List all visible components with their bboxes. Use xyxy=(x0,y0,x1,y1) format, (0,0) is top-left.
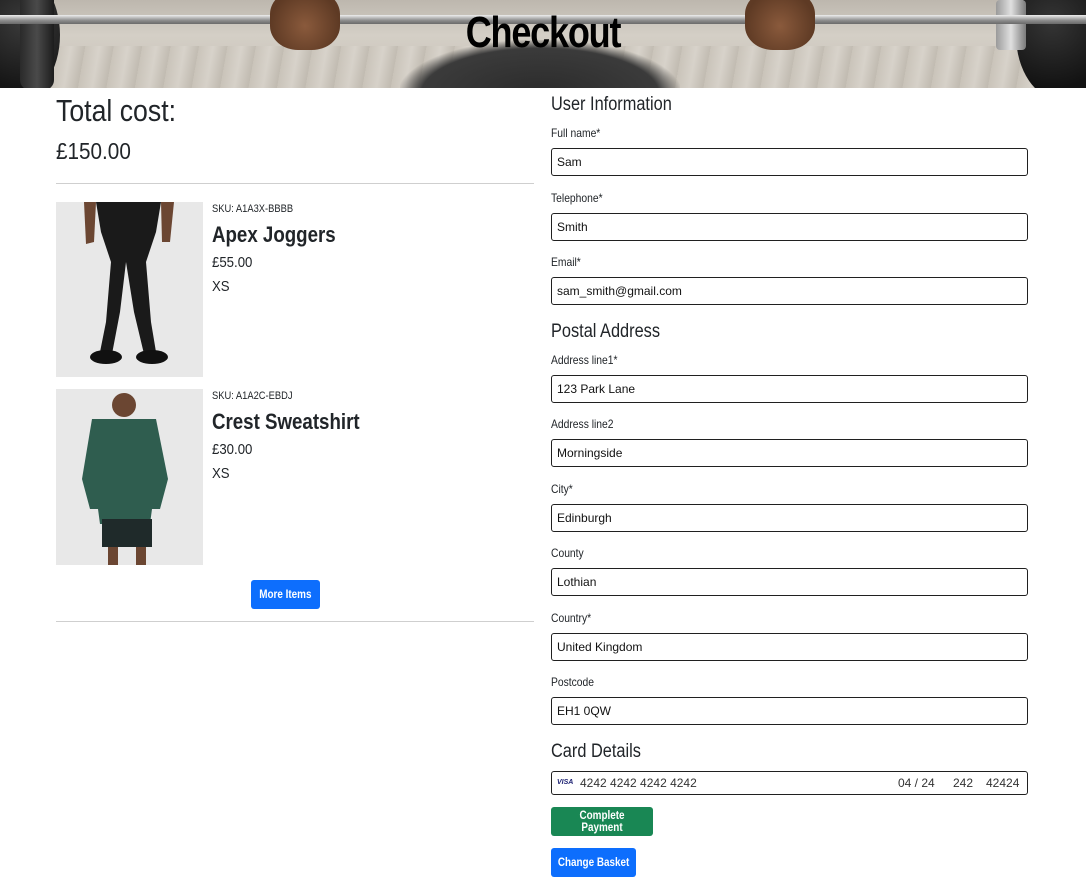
divider xyxy=(56,621,534,622)
divider xyxy=(56,183,534,184)
city-input[interactable] xyxy=(551,504,1028,532)
card-element[interactable]: VISA 4242 4242 4242 4242 04 / 24 242 424… xyxy=(551,771,1028,795)
item-price: £55.00 xyxy=(212,254,253,271)
city-label: City* xyxy=(551,482,573,496)
item-name[interactable]: Crest Sweatshirt xyxy=(212,409,360,435)
email-input[interactable] xyxy=(551,277,1028,305)
item-sku: SKU: A1A3X-BBBB xyxy=(212,203,294,215)
postal-address-heading: Postal Address xyxy=(551,321,661,342)
weight-collar-left xyxy=(20,0,54,88)
card-zip-field[interactable]: 42424 xyxy=(986,776,1019,790)
address-line1-input[interactable] xyxy=(551,375,1028,403)
postcode-label: Postcode xyxy=(551,675,595,689)
telephone-label: Telephone* xyxy=(551,191,603,205)
country-label: Country* xyxy=(551,611,592,625)
card-expiry-field[interactable]: 04 / 24 xyxy=(898,776,935,790)
complete-payment-button[interactable]: Complete Payment xyxy=(551,807,653,836)
item-sku: SKU: A1A2C-EBDJ xyxy=(212,390,293,402)
country-input[interactable] xyxy=(551,633,1028,661)
address-line1-label: Address line1* xyxy=(551,353,618,367)
more-items-button[interactable]: More Items xyxy=(251,580,320,609)
item-name[interactable]: Apex Joggers xyxy=(212,222,336,248)
weight-plate-right xyxy=(1016,0,1086,88)
visa-card-icon: VISA xyxy=(557,779,574,786)
email-label: Email* xyxy=(551,255,581,269)
address-line2-input[interactable] xyxy=(551,439,1028,467)
full-name-label: Full name* xyxy=(551,126,601,140)
user-info-heading: User Information xyxy=(551,94,672,115)
weight-collar-right xyxy=(996,0,1026,50)
product-image-joggers[interactable] xyxy=(56,202,203,377)
card-cvc-field[interactable]: 242 xyxy=(953,776,973,790)
county-input[interactable] xyxy=(551,568,1028,596)
hero-banner: Checkout xyxy=(0,0,1086,88)
total-cost-label: Total cost: xyxy=(56,93,177,128)
full-name-input[interactable] xyxy=(551,148,1028,176)
item-size: XS xyxy=(212,465,230,482)
change-basket-button[interactable]: Change Basket xyxy=(551,848,636,877)
card-details-heading: Card Details xyxy=(551,741,641,762)
card-number-field[interactable]: 4242 4242 4242 4242 xyxy=(580,776,697,790)
address-line2-label: Address line2 xyxy=(551,417,614,431)
item-size: XS xyxy=(212,278,230,295)
page-title: Checkout xyxy=(465,8,622,57)
telephone-input[interactable] xyxy=(551,213,1028,241)
item-price: £30.00 xyxy=(212,441,253,458)
total-cost-value: £150.00 xyxy=(56,138,131,164)
county-label: County xyxy=(551,546,584,560)
product-image-sweatshirt[interactable] xyxy=(56,389,203,565)
postcode-input[interactable] xyxy=(551,697,1028,725)
